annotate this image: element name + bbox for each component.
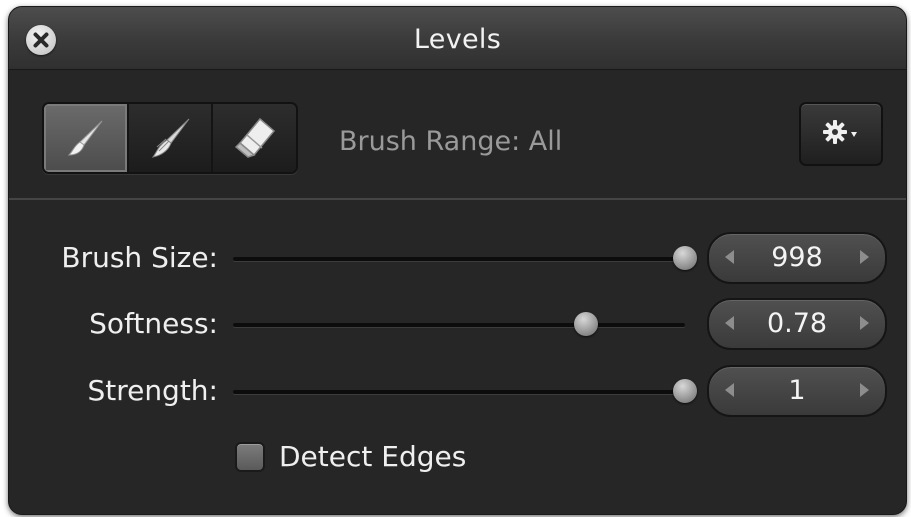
- window-title: Levels: [413, 24, 502, 55]
- eraser-icon: [234, 117, 275, 158]
- brush-tool-group: [42, 102, 298, 174]
- levels-hud-window: Levels Brush Range: All Brush Size: 998 …: [8, 6, 907, 515]
- increment-arrow-icon[interactable]: [860, 383, 869, 397]
- decrement-arrow-icon[interactable]: [725, 383, 734, 397]
- title-bar[interactable]: Levels: [9, 7, 906, 70]
- gear-icon: [823, 120, 857, 144]
- brush-range-label: Brush Range: All: [339, 126, 563, 157]
- brush-size-stepper[interactable]: 998: [707, 232, 887, 284]
- softness-value[interactable]: 0.78: [739, 308, 855, 339]
- decrement-arrow-icon[interactable]: [725, 250, 734, 264]
- detect-edges-checkbox[interactable]: [235, 442, 265, 472]
- brush-tool-button[interactable]: [44, 104, 129, 172]
- feather-brush-icon: [151, 118, 190, 158]
- brush-size-value[interactable]: 998: [739, 242, 855, 273]
- strength-slider-track[interactable]: [233, 379, 697, 403]
- strength-row: Strength: 1: [9, 364, 906, 424]
- strength-value[interactable]: 1: [739, 375, 855, 406]
- strength-label: Strength:: [87, 374, 218, 407]
- detect-edges-label[interactable]: Detect Edges: [279, 440, 466, 473]
- increment-arrow-icon[interactable]: [860, 316, 869, 330]
- softness-slider-track[interactable]: [233, 312, 685, 336]
- strength-slider-knob[interactable]: [673, 379, 697, 403]
- softness-label: Softness:: [89, 307, 218, 340]
- brush-size-row: Brush Size: 998: [9, 231, 906, 291]
- softness-row: Softness: 0.78: [9, 297, 906, 357]
- brush-icon: [68, 120, 103, 156]
- feather-tool-button[interactable]: [128, 104, 214, 172]
- strength-stepper[interactable]: 1: [707, 365, 887, 417]
- brush-size-slider-track[interactable]: [233, 246, 697, 270]
- toolbar: Brush Range: All: [9, 70, 906, 200]
- brush-size-slider-knob[interactable]: [673, 246, 697, 270]
- brush-size-label: Brush Size:: [61, 241, 218, 274]
- softness-slider-knob[interactable]: [573, 312, 598, 336]
- eraser-tool-button[interactable]: [213, 104, 296, 172]
- increment-arrow-icon[interactable]: [860, 250, 869, 264]
- actions-menu-button[interactable]: [799, 102, 883, 166]
- decrement-arrow-icon[interactable]: [725, 316, 734, 330]
- softness-stepper[interactable]: 0.78: [707, 298, 887, 350]
